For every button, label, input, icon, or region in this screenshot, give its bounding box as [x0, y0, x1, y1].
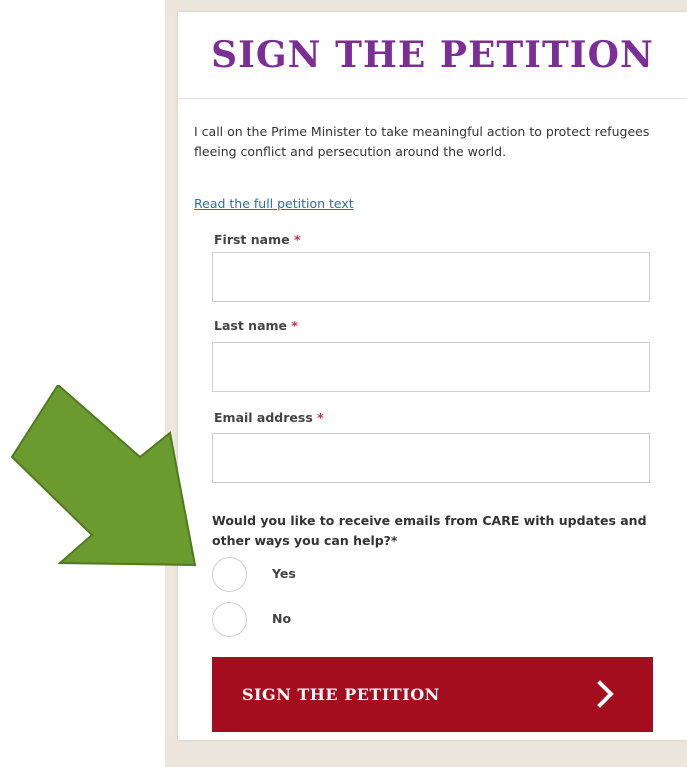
last-name-label: Last name * [214, 318, 298, 333]
radio-no[interactable] [212, 602, 247, 637]
required-marker: * [317, 410, 324, 425]
radio-yes-label: Yes [272, 566, 296, 581]
chevron-right-icon [597, 680, 614, 708]
petition-title: SIGN THE PETITION [211, 34, 654, 76]
radio-option-no[interactable]: No [212, 602, 412, 638]
read-full-petition-link[interactable]: Read the full petition text [194, 196, 354, 211]
radio-option-yes[interactable]: Yes [212, 557, 412, 593]
first-name-input[interactable] [212, 252, 650, 302]
sign-petition-button[interactable]: SIGN THE PETITION [212, 657, 653, 732]
petition-intro-text: I call on the Prime Minister to take mea… [194, 124, 650, 159]
required-marker: * [293, 232, 301, 247]
email-label-text: Email address [214, 410, 313, 425]
arrow-down-right-icon [10, 385, 197, 567]
email-label: Email address * [214, 410, 324, 425]
email-input[interactable] [212, 433, 650, 483]
first-name-label-text: First name [214, 232, 290, 247]
last-name-label-text: Last name [214, 318, 288, 333]
petition-card: SIGN THE PETITION I call on the Prime Mi… [178, 12, 687, 740]
first-name-label: First name * [214, 232, 301, 247]
required-marker: * [291, 318, 298, 333]
radio-no-label: No [272, 611, 292, 626]
radio-yes[interactable] [212, 557, 247, 592]
card-header: SIGN THE PETITION [178, 12, 687, 99]
email-opt-in-question: Would you like to receive emails from CA… [212, 513, 647, 548]
last-name-input[interactable] [212, 342, 650, 392]
sign-petition-button-label: SIGN THE PETITION [242, 685, 440, 704]
